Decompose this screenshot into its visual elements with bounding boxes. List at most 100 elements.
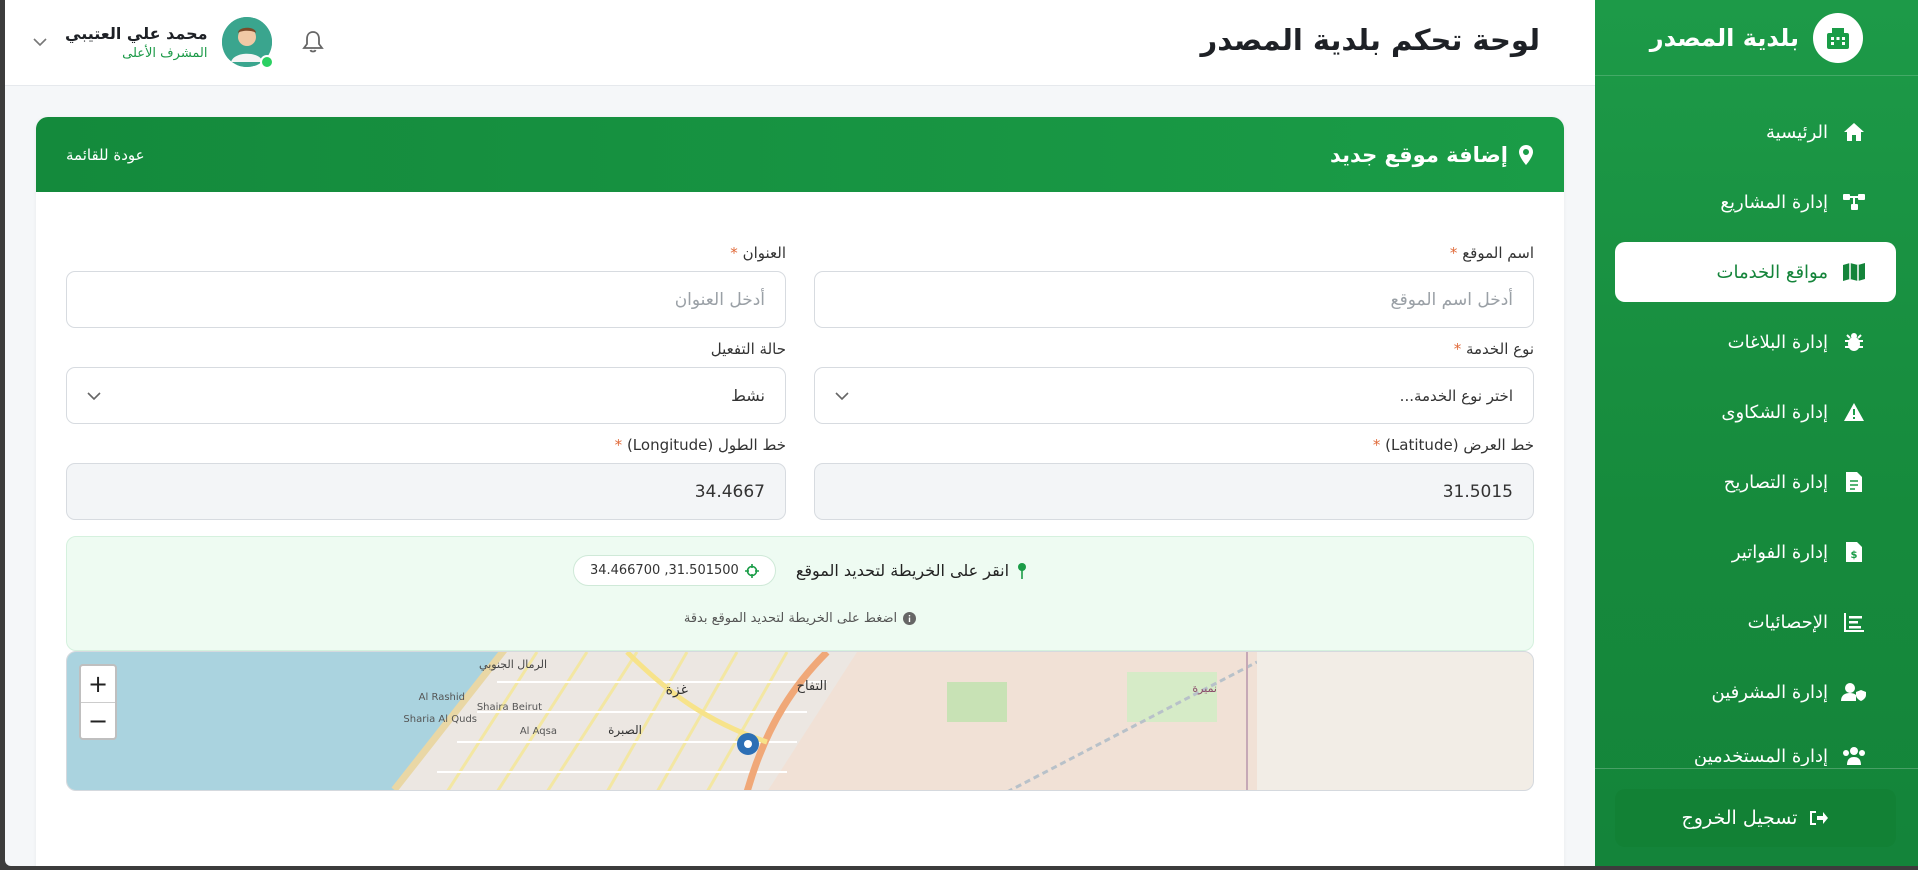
info-icon	[903, 612, 917, 625]
sidebar: بلدية المصدر الرئيسية إدارة المشاريع موا…	[1595, 0, 1918, 866]
sidebar-item-label: الإحصائيات	[1747, 611, 1828, 633]
file-icon	[1840, 471, 1868, 493]
longitude-input[interactable]: 34.4667	[66, 463, 786, 520]
svg-text:التفاح: التفاح	[797, 679, 827, 694]
sidebar-item-label: إدارة المشاريع	[1720, 191, 1828, 213]
map-hint-panel: انقر على الخريطة لتحديد الموقع 34.466700…	[66, 536, 1534, 651]
zoom-in-button[interactable]: +	[81, 666, 115, 702]
address-field: العنوان * أدخل العنوان	[66, 244, 786, 328]
latitude-label: خط العرض (Latitude) *	[1372, 436, 1534, 454]
sidebar-item-users[interactable]: إدارة المستخدمين	[1615, 732, 1896, 766]
longitude-field: خط الطول (Longitude) * 34.4667	[66, 436, 786, 520]
sidebar-item-invoices[interactable]: $ إدارة الفواتير	[1615, 522, 1896, 582]
card-title-text: إضافة موقع جديد	[1329, 142, 1508, 167]
brand: بلدية المصدر	[1595, 0, 1918, 76]
card-header: إضافة موقع جديد عودة للقائمة	[36, 117, 1564, 192]
sidebar-item-complaints[interactable]: إدارة الشكاوى	[1615, 382, 1896, 442]
city-icon	[1813, 12, 1863, 63]
coordinates-chip: 34.466700 ,31.501500	[572, 555, 776, 586]
map-hint-title: انقر على الخريطة لتحديد الموقع	[796, 561, 1027, 580]
bug-icon	[1840, 331, 1868, 353]
avatar[interactable]	[221, 17, 274, 69]
crosshairs-icon	[744, 563, 759, 578]
sidebar-item-label: إدارة التصاريح	[1723, 471, 1828, 493]
app-window: بلدية المصدر الرئيسية إدارة المشاريع موا…	[5, 0, 1918, 866]
sign-out-icon	[1809, 809, 1829, 827]
sidebar-item-permits[interactable]: إدارة التصاريح	[1615, 452, 1896, 512]
latitude-field: خط العرض (Latitude) * 31.5015	[814, 436, 1534, 520]
chart-icon	[1840, 612, 1868, 632]
back-to-list-link[interactable]: عودة للقائمة	[66, 146, 145, 164]
svg-text:Sharia Al Quds: Sharia Al Quds	[403, 714, 477, 725]
add-site-card: إضافة موقع جديد عودة للقائمة اسم الموقع …	[36, 117, 1564, 866]
svg-text:$: $	[1851, 550, 1858, 561]
svg-text:Al Rashid: Al Rashid	[419, 692, 465, 703]
status-value: نشط	[731, 386, 765, 405]
map-hint-row: انقر على الخريطة لتحديد الموقع 34.466700…	[67, 555, 1533, 586]
sidebar-item-home[interactable]: الرئيسية	[1615, 102, 1896, 162]
map-hint-subtitle: اضغط على الخريطة لتحديد الموقع بدقة	[67, 611, 1533, 626]
address-input[interactable]: أدخل العنوان	[66, 271, 786, 328]
svg-text:Al Aqsa: Al Aqsa	[520, 726, 557, 737]
site-name-label: اسم الموقع *	[1449, 244, 1534, 262]
card-title: إضافة موقع جديد	[1330, 143, 1534, 167]
user-role: المشرف الأعلى	[122, 45, 208, 61]
site-name-field: اسم الموقع * أدخل اسم الموقع	[814, 244, 1534, 328]
logout-button[interactable]: تسجيل الخروج	[1615, 789, 1896, 847]
sidebar-item-label: إدارة المستخدمين	[1693, 746, 1828, 766]
location-map[interactable]: غزة الرمال الجنوبي التفاح الصبرة Shaira …	[66, 651, 1534, 791]
sidebar-item-label: إدارة الشكاوى	[1721, 401, 1828, 423]
warning-icon	[1840, 402, 1868, 422]
sidebar-item-reports[interactable]: إدارة البلاغات	[1615, 312, 1896, 372]
map-icon	[1840, 262, 1868, 282]
sidebar-item-label: مواقع الخدمات	[1716, 261, 1828, 283]
home-icon	[1840, 122, 1868, 142]
longitude-label: خط الطول (Longitude) *	[614, 436, 786, 454]
sidebar-item-label: إدارة الفواتير	[1731, 541, 1828, 563]
svg-text:Shaira Beirut: Shaira Beirut	[477, 702, 542, 713]
status-field: حالة التفعيل نشط	[66, 340, 786, 424]
sidebar-item-statistics[interactable]: الإحصائيات	[1615, 592, 1896, 652]
logout-label: تسجيل الخروج	[1681, 807, 1798, 829]
project-diagram-icon	[1840, 193, 1868, 211]
user-name: محمد علي العتيبي	[65, 23, 208, 43]
users-icon	[1840, 746, 1868, 766]
address-label: العنوان *	[730, 244, 786, 262]
logout-divider	[1595, 768, 1918, 769]
map-pin-icon	[1017, 562, 1027, 580]
map-zoom-control: + −	[79, 664, 117, 740]
zoom-out-button[interactable]: −	[81, 702, 115, 738]
svg-text:غزة: غزة	[666, 682, 688, 698]
sidebar-nav: الرئيسية إدارة المشاريع مواقع الخدمات إد…	[1595, 76, 1918, 766]
site-name-input[interactable]: أدخل اسم الموقع	[814, 271, 1534, 328]
svg-text:الرمال الجنوبي: الرمال الجنوبي	[479, 658, 547, 671]
top-header: لوحة تحكم بلدية المصدر محمد علي العتيبي …	[5, 0, 1595, 86]
service-type-field: نوع الخدمة * اختر نوع الخدمة...	[814, 340, 1534, 424]
coordinates-text: 34.466700 ,31.501500	[589, 563, 739, 578]
service-type-label: نوع الخدمة *	[1453, 340, 1534, 358]
invoice-icon: $	[1840, 541, 1868, 563]
online-status-dot	[259, 55, 274, 69]
chevron-down-icon	[835, 391, 849, 401]
service-type-select[interactable]: اختر نوع الخدمة...	[814, 367, 1534, 424]
chevron-down-icon	[87, 391, 101, 401]
user-shield-icon	[1840, 682, 1868, 702]
sidebar-item-label: الرئيسية	[1766, 121, 1828, 143]
brand-title: بلدية المصدر	[1649, 23, 1799, 52]
latitude-input[interactable]: 31.5015	[814, 463, 1534, 520]
sidebar-item-label: إدارة البلاغات	[1727, 331, 1828, 353]
svg-text:الصبرة: الصبرة	[608, 723, 642, 738]
sidebar-item-projects[interactable]: إدارة المشاريع	[1615, 172, 1896, 232]
map-labels: غزة الرمال الجنوبي التفاح الصبرة Shaira …	[403, 658, 1217, 738]
main-content: إضافة موقع جديد عودة للقائمة اسم الموقع …	[5, 86, 1595, 866]
map-marker-icon	[1518, 144, 1534, 166]
sidebar-item-service-sites[interactable]: مواقع الخدمات	[1615, 242, 1896, 302]
user-menu[interactable]: محمد علي العتيبي المشرف الأعلى	[33, 14, 324, 70]
page-title: لوحة تحكم بلدية المصدر	[1200, 23, 1541, 57]
status-select[interactable]: نشط	[66, 367, 786, 424]
status-label: حالة التفعيل	[710, 340, 786, 358]
service-type-value: اختر نوع الخدمة...	[1399, 386, 1513, 405]
sidebar-item-supervisors[interactable]: إدارة المشرفين	[1615, 662, 1896, 722]
chevron-down-icon[interactable]	[33, 37, 53, 47]
bell-icon[interactable]	[301, 30, 324, 54]
